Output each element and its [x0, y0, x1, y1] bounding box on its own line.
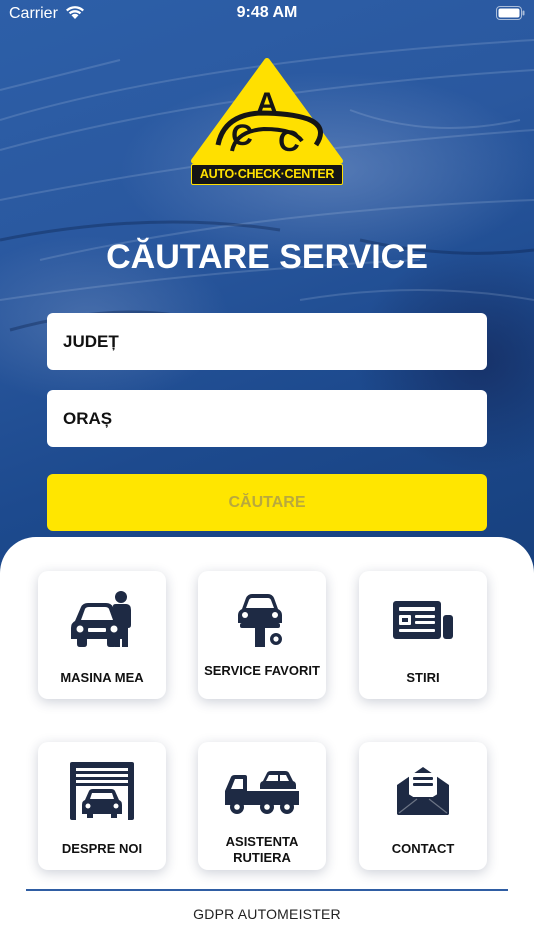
logo-letter-a: A	[256, 87, 278, 120]
car-lift-icon	[238, 594, 282, 647]
tile-road-assistance[interactable]: ASISTENTA RUTIERA	[198, 742, 326, 870]
tile-label: CONTACT	[391, 841, 455, 856]
tile-favorite-service[interactable]: SERVICE FAVORIT	[198, 571, 326, 699]
battery-icon	[496, 6, 525, 20]
county-select[interactable]: JUDEȚ	[47, 313, 487, 370]
tile-label: ASISTENTA RUTIERA	[225, 834, 299, 865]
tile-label: DESPRE NOI	[61, 841, 143, 856]
tile-news[interactable]: STIRI	[359, 571, 487, 699]
tile-about-us[interactable]: DESPRE NOI	[38, 742, 166, 870]
footer-divider	[26, 889, 508, 891]
city-select[interactable]: ORAȘ	[47, 390, 487, 447]
logo-letter-c-left: C	[231, 119, 253, 152]
page-title: CĂUTARE SERVICE	[106, 238, 428, 276]
newspaper-icon	[393, 601, 453, 639]
tile-label: MASINA MEA	[60, 670, 144, 685]
tile-my-car[interactable]: MASINA MEA	[38, 571, 166, 699]
tile-contact[interactable]: CONTACT	[359, 742, 487, 870]
tile-label: STIRI	[406, 670, 440, 685]
gdpr-link[interactable]: GDPR AUTOMEISTER	[0, 906, 534, 922]
tow-truck-icon	[225, 771, 299, 814]
car-person-icon	[71, 591, 131, 647]
status-bar: Carrier 9:48 AM	[0, 0, 534, 28]
clock: 9:48 AM	[236, 4, 298, 21]
search-button[interactable]: CĂUTARE	[47, 474, 487, 531]
envelope-icon	[397, 767, 449, 815]
logo-letter-c-right: C	[278, 125, 300, 158]
tile-label: SERVICE FAVORIT	[204, 663, 320, 678]
logo-brand-text: AUTO·CHECK·CENTER	[191, 164, 343, 185]
garage-icon	[70, 762, 134, 820]
